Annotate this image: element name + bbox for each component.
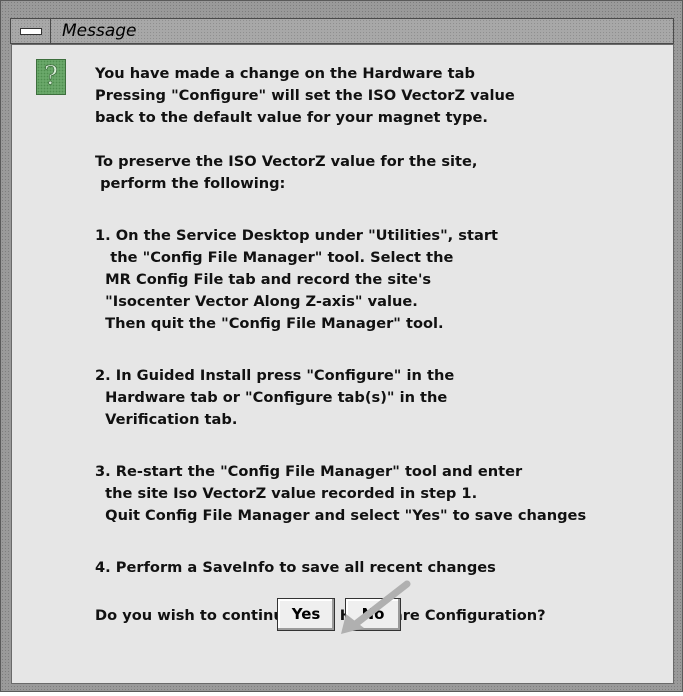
message-line-6: perform the following: (95, 175, 286, 192)
question-icon: ? (36, 59, 66, 95)
question-mark-glyph: ? (44, 61, 59, 92)
message-line-22: 4. Perform a SaveInfo to save all recent… (95, 559, 496, 576)
message-line-2: Pressing "Configure" will set the ISO Ve… (95, 87, 515, 104)
pointer-arrow-icon (341, 580, 411, 634)
title-bar[interactable]: Message (10, 18, 674, 44)
message-line-16: Verification tab. (95, 411, 238, 428)
message-line-8: 1. On the Service Desktop under "Utiliti… (95, 227, 498, 244)
window-menu-button[interactable] (11, 19, 51, 43)
message-line-3: back to the default value for your magne… (95, 109, 488, 126)
message-line-18: 3. Re-start the "Config File Manager" to… (95, 463, 523, 480)
message-line-14: 2. In Guided Install press "Configure" i… (95, 367, 455, 384)
message-line-20: Quit Config File Manager and select "Yes… (95, 507, 587, 524)
message-line-5: To preserve the ISO VectorZ value for th… (95, 153, 478, 170)
message-line-15: Hardware tab or "Configure tab(s)" in th… (95, 389, 448, 406)
message-line-10: MR Config File tab and record the site's (95, 271, 432, 288)
window-menu-icon (20, 28, 42, 35)
message-line-9: the "Config File Manager" tool. Select t… (95, 249, 454, 266)
message-line-19: the site Iso VectorZ value recorded in s… (95, 485, 478, 502)
message-dialog-window: Message ? You have made a change on the … (0, 0, 683, 692)
message-line-12: Then quit the "Config File Manager" tool… (95, 315, 444, 332)
message-line-1: You have made a change on the Hardware t… (95, 65, 475, 82)
window-title: Message (62, 21, 137, 41)
message-line-11: "Isocenter Vector Along Z-axis" value. (95, 293, 418, 310)
